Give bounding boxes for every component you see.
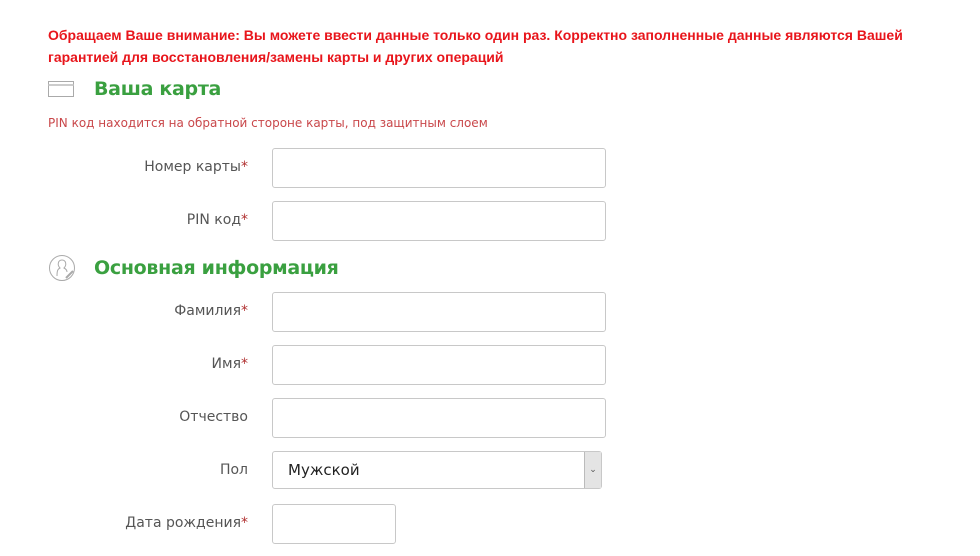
birth-date-label: Дата рождения* (125, 515, 248, 531)
chevron-down-icon[interactable]: ⌄ (584, 452, 601, 488)
card-number-label: Номер карты* (144, 159, 248, 175)
birth-date-input[interactable] (272, 504, 396, 544)
credit-card-icon (48, 81, 74, 97)
user-edit-icon (49, 255, 75, 281)
gender-select[interactable]: Мужской ⌄ (272, 451, 602, 489)
gender-label: Пол (219, 462, 248, 478)
pin-input[interactable] (272, 201, 606, 241)
card-section-header: Ваша карта (48, 75, 221, 103)
pin-label: PIN код* (186, 212, 248, 228)
section-title: Ваша карта (94, 78, 222, 100)
last-name-label: Фамилия* (174, 303, 248, 319)
patronymic-input[interactable] (272, 398, 606, 438)
first-name-label: Имя* (211, 356, 248, 372)
warning-message: Обращаем Ваше внимание: Вы можете ввести… (48, 27, 903, 65)
last-name-input[interactable] (272, 292, 606, 332)
patronymic-label: Отчество (179, 409, 248, 425)
pin-note: PIN код находится на обратной стороне ка… (48, 116, 488, 130)
card-number-input[interactable] (272, 148, 606, 188)
gender-selected-value: Мужской (288, 461, 360, 479)
info-section-header: Основная информация (48, 254, 339, 282)
first-name-input[interactable] (272, 345, 606, 385)
section-title: Основная информация (94, 257, 339, 279)
